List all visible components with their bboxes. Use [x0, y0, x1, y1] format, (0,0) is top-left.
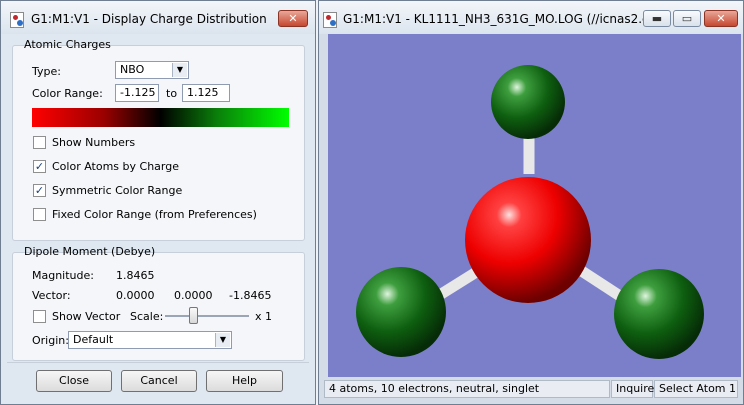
help-button[interactable]: Help — [206, 370, 283, 392]
vector-label: Vector: — [32, 289, 71, 302]
dialog-titlebar[interactable]: G1:M1:V1 - Display Charge Distribution ✕ — [1, 1, 315, 34]
close-button[interactable]: Close — [36, 370, 112, 392]
display-charge-dialog: G1:M1:V1 - Display Charge Distribution ✕… — [0, 0, 316, 405]
show-numbers-checkbox[interactable] — [33, 136, 46, 149]
viewer-minimize-button[interactable]: ▬ — [643, 10, 671, 27]
atomic-charges-title: Atomic Charges — [24, 38, 111, 51]
maximize-icon: ▭ — [681, 12, 693, 25]
molecule-render — [356, 65, 704, 359]
cancel-button[interactable]: Cancel — [121, 370, 197, 392]
outer-atom-top[interactable] — [491, 65, 565, 139]
color-range-max-input[interactable]: 1.125 — [182, 84, 230, 102]
minimize-icon: ▬ — [651, 12, 663, 25]
color-range-min-input[interactable]: -1.125 — [115, 84, 159, 102]
chevron-down-icon: ▼ — [172, 63, 187, 77]
viewer-titlebar[interactable]: G1:M1:V1 - KL1111_NH3_631G_MO.LOG (//icn… — [319, 1, 743, 34]
show-numbers-label: Show Numbers — [52, 136, 136, 149]
scale-value: x 1 — [255, 310, 273, 323]
button-separator — [7, 362, 309, 363]
outer-atom-right[interactable] — [614, 269, 704, 359]
type-label: Type: — [32, 65, 61, 78]
viewer-close-button[interactable]: ✕ — [704, 10, 738, 27]
color-range-to-label: to — [166, 87, 178, 100]
charge-type-select[interactable]: NBO ▼ — [115, 61, 189, 79]
dialog-title: G1:M1:V1 - Display Charge Distribution — [31, 12, 267, 26]
gaussview-app-icon — [10, 12, 24, 28]
origin-label: Origin: — [32, 334, 69, 347]
viewer-status-bar: 4 atoms, 10 electrons, neutral, singlet … — [324, 378, 739, 400]
fixed-color-range-checkbox[interactable] — [33, 208, 46, 221]
scale-label: Scale: — [130, 310, 164, 323]
fixed-color-range-label: Fixed Color Range (from Preferences) — [52, 208, 257, 221]
magnitude-value: 1.8465 — [116, 269, 155, 282]
charge-color-gradient — [32, 108, 289, 127]
symmetric-color-range-checkbox[interactable]: ✓ — [33, 184, 46, 197]
magnitude-label: Magnitude: — [32, 269, 94, 282]
checkmark-icon: ✓ — [34, 160, 45, 173]
vector-x-value: 0.0000 — [116, 289, 155, 302]
origin-value: Default — [73, 333, 114, 346]
selection-status: Select Atom 1 — [654, 380, 738, 398]
charge-type-value: NBO — [120, 63, 145, 76]
color-range-label: Color Range: — [32, 87, 103, 100]
viewer-maximize-button[interactable]: ▭ — [673, 10, 701, 27]
close-icon: ✕ — [288, 12, 298, 25]
scale-slider-thumb[interactable] — [189, 307, 198, 324]
center-atom[interactable] — [465, 177, 591, 303]
gaussview-app-icon — [323, 12, 337, 28]
color-atoms-by-charge-label: Color Atoms by Charge — [52, 160, 179, 173]
show-vector-checkbox[interactable] — [33, 310, 46, 323]
show-vector-label: Show Vector — [52, 310, 121, 323]
checkmark-icon: ✓ — [34, 184, 45, 197]
dipole-moment-title: Dipole Moment (Debye) — [24, 245, 156, 258]
symmetric-color-range-label: Symmetric Color Range — [52, 184, 183, 197]
viewer-title: G1:M1:V1 - KL1111_NH3_631G_MO.LOG (//icn… — [343, 12, 671, 26]
outer-atom-left[interactable] — [356, 267, 446, 357]
origin-select[interactable]: Default ▼ — [68, 331, 232, 349]
scale-slider-track[interactable] — [165, 315, 249, 317]
mode-status[interactable]: Inquire — [611, 380, 654, 398]
molecule-viewer-window: G1:M1:V1 - KL1111_NH3_631G_MO.LOG (//icn… — [318, 0, 744, 405]
vector-z-value: -1.8465 — [229, 289, 272, 302]
dialog-close-button[interactable]: ✕ — [278, 10, 308, 27]
color-atoms-by-charge-checkbox[interactable]: ✓ — [33, 160, 46, 173]
molecule-summary-status: 4 atoms, 10 electrons, neutral, singlet — [324, 380, 610, 398]
chevron-down-icon: ▼ — [215, 333, 230, 347]
molecule-canvas[interactable] — [328, 34, 741, 377]
vector-y-value: 0.0000 — [174, 289, 213, 302]
close-icon: ✕ — [716, 12, 726, 25]
